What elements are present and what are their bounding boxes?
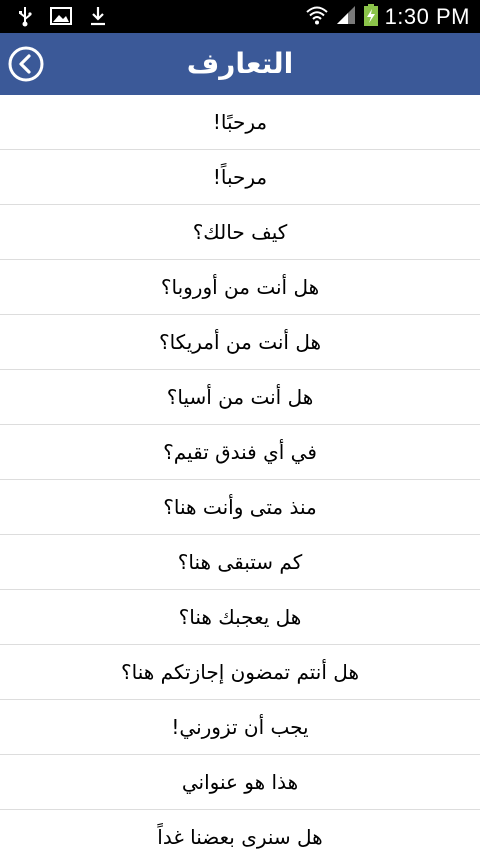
- list-item[interactable]: هل أنت من أسيا؟: [0, 370, 480, 425]
- list-item[interactable]: في أي فندق تقيم؟: [0, 425, 480, 480]
- list-item[interactable]: كيف حالك؟: [0, 205, 480, 260]
- wifi-icon: [305, 3, 329, 31]
- list-item[interactable]: هذا هو عنواني: [0, 755, 480, 810]
- clock: 1:30 PM: [384, 3, 470, 29]
- list-item[interactable]: هل سنرى بعضنا غداً: [0, 810, 480, 854]
- list-item[interactable]: هل يعجبك هنا؟: [0, 590, 480, 645]
- list-item[interactable]: هل أنتم تمضون إجازتكم هنا؟: [0, 645, 480, 700]
- signal-icon: [335, 4, 357, 30]
- list-item[interactable]: يجب أن تزورني!: [0, 700, 480, 755]
- list-item[interactable]: كم ستبقى هنا؟: [0, 535, 480, 590]
- list-item[interactable]: هل أنت من أوروبا؟: [0, 260, 480, 315]
- download-icon: [90, 5, 106, 31]
- usb-icon: [18, 5, 32, 31]
- app-header: التعارف: [0, 33, 480, 95]
- phrase-list: مرحبًا! مرحباً! كيف حالك؟ هل أنت من أورو…: [0, 95, 480, 854]
- back-button[interactable]: [7, 45, 45, 83]
- list-item[interactable]: منذ متى وأنت هنا؟: [0, 480, 480, 535]
- list-item[interactable]: مرحباً!: [0, 150, 480, 205]
- notification-icons: [18, 5, 106, 31]
- list-item[interactable]: مرحبًا!: [0, 95, 480, 150]
- list-item[interactable]: هل أنت من أمريكا؟: [0, 315, 480, 370]
- status-bar: 1:30 PM: [0, 0, 480, 33]
- system-icons: 1:30 PM: [305, 0, 470, 33]
- image-icon: [50, 6, 72, 30]
- page-title: التعارف: [186, 47, 294, 80]
- back-circle-icon: [8, 46, 44, 82]
- battery-icon: [363, 3, 379, 31]
